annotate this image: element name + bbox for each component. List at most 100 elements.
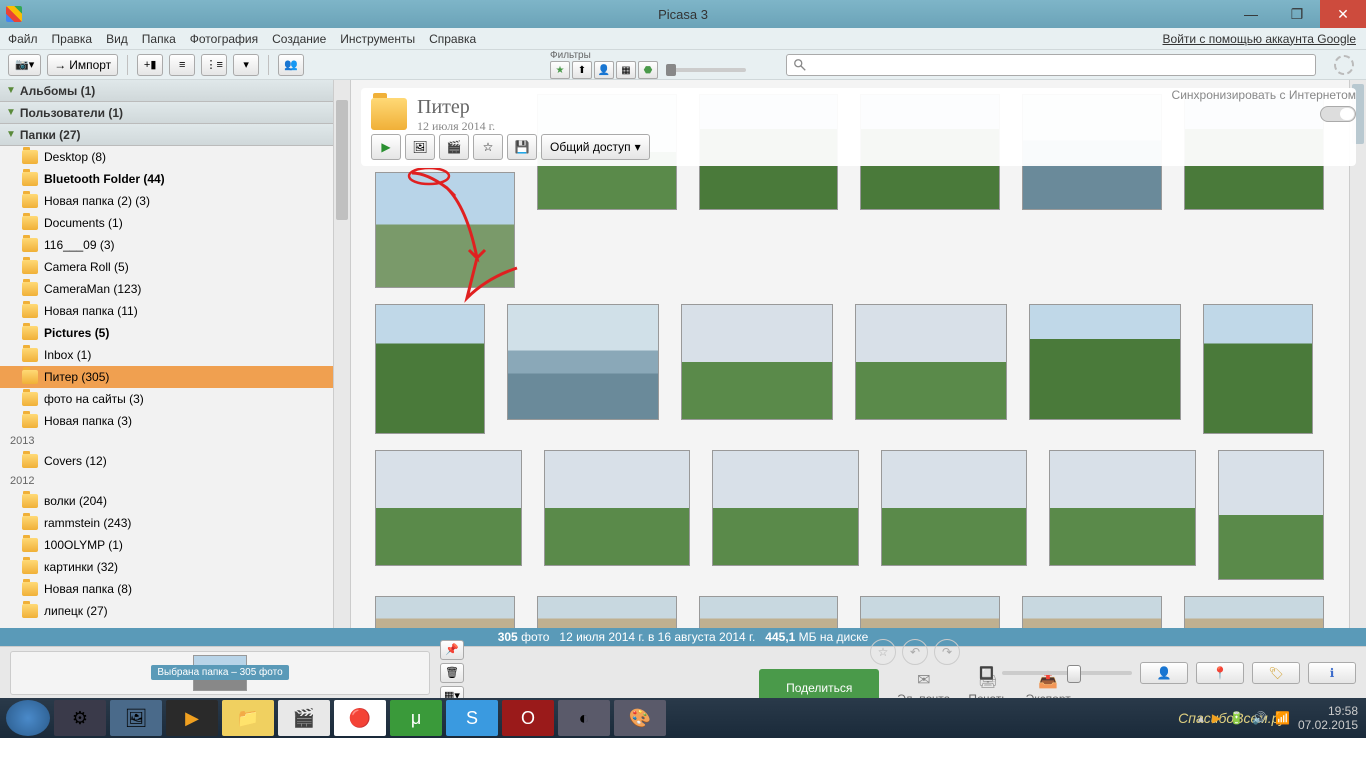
geotag-button[interactable]: 📍 xyxy=(1196,662,1244,684)
filter-upload[interactable]: ⬆ xyxy=(572,61,592,79)
thumbnail[interactable] xyxy=(1022,596,1162,628)
sidebar-folder-item[interactable]: Новая папка (11) xyxy=(0,300,350,322)
add-folder-button[interactable]: +▮ xyxy=(137,54,163,76)
sidebar-folder-item[interactable]: rammstein (243) xyxy=(0,512,350,534)
close-button[interactable]: ✕ xyxy=(1320,0,1366,28)
pin-button[interactable]: 📌 xyxy=(440,640,464,660)
sidebar-folder-item[interactable]: картинки (32) xyxy=(0,556,350,578)
thumbnail[interactable] xyxy=(1218,450,1324,580)
play-slideshow-button[interactable]: ▶ xyxy=(371,134,401,160)
taskbar-app[interactable]: 🎬 xyxy=(278,700,330,736)
sidebar-folder-item[interactable]: Новая папка (8) xyxy=(0,578,350,600)
rotate-right-button[interactable]: ↷ xyxy=(934,639,960,665)
network-icon[interactable]: 📶 xyxy=(1275,711,1290,725)
thumbnail[interactable] xyxy=(507,304,659,420)
thumbnail[interactable] xyxy=(712,450,859,566)
maximize-button[interactable]: ❐ xyxy=(1274,0,1320,28)
minimize-button[interactable]: — xyxy=(1228,0,1274,28)
thumbnail[interactable] xyxy=(860,596,1000,628)
star-button[interactable]: ☆ xyxy=(870,639,896,665)
taskbar-app[interactable]: O xyxy=(502,700,554,736)
tag-people-button[interactable]: 👤 xyxy=(1140,662,1188,684)
thumbnail[interactable] xyxy=(537,596,677,628)
crop-icon[interactable]: 🔲 xyxy=(979,666,994,680)
tray-icon[interactable]: ▶ xyxy=(1212,711,1221,725)
sidebar-section-users[interactable]: ▼Пользователи (1) xyxy=(0,102,350,124)
menu-edit[interactable]: Правка xyxy=(52,32,93,46)
sidebar-folder-item[interactable]: Inbox (1) xyxy=(0,344,350,366)
collage-button[interactable]: 🖼 xyxy=(405,134,435,160)
thumbnail[interactable] xyxy=(544,450,691,566)
sidebar-folder-item[interactable]: Bluetooth Folder (44) xyxy=(0,168,350,190)
thumbnail[interactable] xyxy=(375,304,485,434)
sidebar-folder-item[interactable]: Covers (12) xyxy=(0,450,350,472)
dropdown-button[interactable]: ▾ xyxy=(233,54,259,76)
sidebar-folder-item[interactable]: CameraMan (123) xyxy=(0,278,350,300)
people-button[interactable]: 👥 xyxy=(278,54,304,76)
thumbnail[interactable] xyxy=(1184,596,1324,628)
taskbar-app[interactable]: 🖼 xyxy=(110,700,162,736)
search-input[interactable] xyxy=(786,54,1316,76)
thumbnail[interactable] xyxy=(699,596,839,628)
menu-create[interactable]: Создание xyxy=(272,32,326,46)
menu-tools[interactable]: Инструменты xyxy=(340,32,415,46)
menu-help[interactable]: Справка xyxy=(429,32,476,46)
sidebar-folder-item[interactable]: Pictures (5) xyxy=(0,322,350,344)
sidebar-folder-item[interactable]: Camera Roll (5) xyxy=(0,256,350,278)
filter-slider[interactable] xyxy=(666,68,746,72)
thumbnail[interactable] xyxy=(1203,304,1313,434)
taskbar-app[interactable]: ◐ xyxy=(558,700,610,736)
filter-star[interactable]: ★ xyxy=(550,61,570,79)
tag-button[interactable]: 🏷 xyxy=(1252,662,1300,684)
filter-geo[interactable]: ⬣ xyxy=(638,61,658,79)
sidebar-section-folders[interactable]: ▼Папки (27) xyxy=(0,124,350,146)
info-button[interactable]: ℹ xyxy=(1308,662,1356,684)
star-button[interactable]: ☆ xyxy=(473,134,503,160)
list-view-button[interactable]: ≡ xyxy=(169,54,195,76)
sidebar-folder-item[interactable]: липецк (27) xyxy=(0,600,350,622)
save-button[interactable]: 💾 xyxy=(507,134,537,160)
volume-icon[interactable]: 🔊 xyxy=(1252,711,1267,725)
sidebar-folder-item[interactable]: Питер (305) xyxy=(0,366,350,388)
thumbnail[interactable] xyxy=(375,172,515,288)
sidebar-folder-item[interactable]: 116___09 (3) xyxy=(0,234,350,256)
tray-expand-icon[interactable]: ▴ xyxy=(1198,711,1204,725)
thumbnail[interactable] xyxy=(1029,304,1181,420)
import-device-button[interactable]: 📷▾ xyxy=(8,54,41,76)
menu-view[interactable]: Вид xyxy=(106,32,128,46)
rotate-left-button[interactable]: ↶ xyxy=(902,639,928,665)
thumbnail[interactable] xyxy=(375,450,522,566)
movie-button[interactable]: 🎬 xyxy=(439,134,469,160)
clear-tray-button[interactable]: 🗑 xyxy=(440,663,464,683)
menu-photo[interactable]: Фотография xyxy=(190,32,258,46)
sidebar-folder-item[interactable]: фото на сайты (3) xyxy=(0,388,350,410)
tree-view-button[interactable]: ⋮≡ xyxy=(201,54,227,76)
menu-file[interactable]: Файл xyxy=(8,32,38,46)
menu-folder[interactable]: Папка xyxy=(142,32,176,46)
sidebar-folder-item[interactable]: Desktop (8) xyxy=(0,146,350,168)
thumbnail[interactable] xyxy=(1049,450,1196,566)
taskbar-app[interactable]: 📁 xyxy=(222,700,274,736)
sidebar-folder-item[interactable]: Новая папка (3) xyxy=(0,410,350,432)
taskbar-app[interactable]: ▶ xyxy=(166,700,218,736)
thumbnail[interactable] xyxy=(855,304,1007,420)
sidebar-section-albums[interactable]: ▼Альбомы (1) xyxy=(0,80,350,102)
sidebar-folder-item[interactable]: Новая папка (2) (3) xyxy=(0,190,350,212)
taskbar-app[interactable]: 🎨 xyxy=(614,700,666,736)
taskbar-app[interactable]: ⚙ xyxy=(54,700,106,736)
import-button[interactable]: →Импорт xyxy=(47,54,118,76)
taskbar-app[interactable]: S xyxy=(446,700,498,736)
filter-movie[interactable]: ▦ xyxy=(616,61,636,79)
google-login-link[interactable]: Войти с помощью аккаунта Google xyxy=(1163,32,1356,46)
system-tray[interactable]: ▴ ▶ 🔋 🔊 📶 19:58 07.02.2015 xyxy=(1198,704,1358,733)
sync-toggle[interactable] xyxy=(1320,106,1356,122)
zoom-slider[interactable] xyxy=(1002,671,1132,675)
filter-person[interactable]: 👤 xyxy=(594,61,614,79)
battery-icon[interactable]: 🔋 xyxy=(1229,711,1244,725)
thumbnail[interactable] xyxy=(681,304,833,420)
sidebar-folder-item[interactable]: волки (204) xyxy=(0,490,350,512)
sidebar-scrollbar[interactable] xyxy=(333,80,350,628)
thumbnail[interactable] xyxy=(881,450,1028,566)
sidebar-folder-item[interactable]: Documents (1) xyxy=(0,212,350,234)
sidebar-folder-item[interactable]: 100OLYMP (1) xyxy=(0,534,350,556)
